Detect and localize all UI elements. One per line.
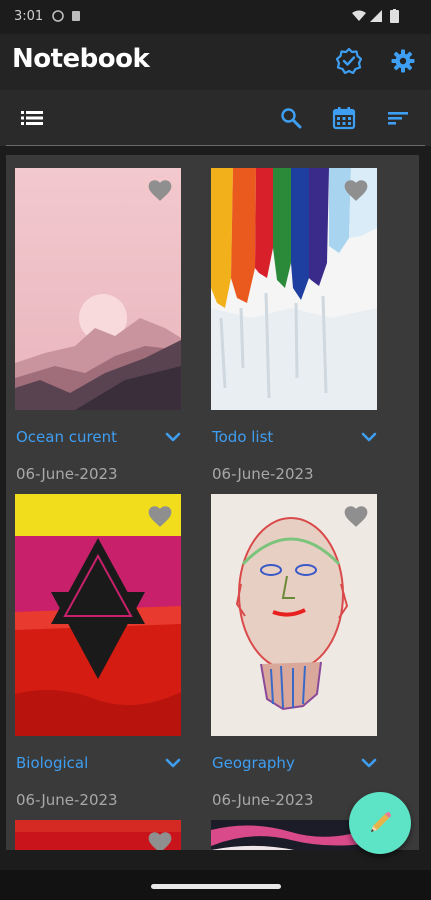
status-bar: 3:01: [0, 0, 431, 34]
list-view-button[interactable]: [17, 103, 47, 133]
new-note-fab[interactable]: [349, 792, 411, 854]
battery-icon: [390, 9, 399, 23]
system-nav-bar: [0, 870, 431, 900]
verified-button[interactable]: [334, 46, 364, 76]
portrait-drawing-image: [211, 494, 377, 736]
settings-button[interactable]: [388, 46, 418, 76]
search-button[interactable]: [276, 103, 306, 133]
star-painting-image: [15, 494, 181, 736]
toolbar: [0, 90, 431, 146]
note-card[interactable]: [6, 807, 186, 850]
note-thumbnail[interactable]: [15, 168, 181, 410]
sort-icon: [388, 112, 408, 125]
note-title[interactable]: Biological: [16, 754, 88, 772]
gear-icon: [391, 49, 415, 73]
note-thumbnail[interactable]: [211, 494, 377, 736]
app-bar: Notebook: [0, 34, 431, 90]
verified-icon: [336, 48, 362, 74]
note-card[interactable]: Geography 06-June-2023: [202, 481, 382, 821]
status-time: 3:01: [14, 9, 44, 24]
note-card[interactable]: Biological 06-June-2023: [6, 481, 186, 821]
list-view-icon: [21, 111, 43, 125]
signal-icon: [370, 10, 382, 22]
note-title[interactable]: Todo list: [212, 428, 273, 446]
note-card[interactable]: Ocean curent 06-June-2023: [6, 155, 186, 495]
rainbow-paint-image: [211, 168, 377, 410]
chevron-down-icon[interactable]: [162, 426, 184, 448]
mountain-sunset-image: [15, 168, 181, 410]
note-thumbnail[interactable]: [211, 168, 377, 410]
chevron-down-icon[interactable]: [162, 752, 184, 774]
sort-button[interactable]: [383, 103, 413, 133]
note-title[interactable]: Ocean curent: [16, 428, 117, 446]
heart-icon[interactable]: [147, 830, 173, 850]
heart-icon[interactable]: [343, 504, 369, 528]
app-title: Notebook: [12, 44, 150, 74]
note-thumbnail[interactable]: [15, 820, 181, 850]
pencil-icon: [371, 812, 391, 832]
note-title[interactable]: Geography: [212, 754, 295, 772]
wifi-icon: [352, 10, 366, 21]
chevron-down-icon[interactable]: [358, 752, 380, 774]
calendar-icon: [332, 107, 356, 130]
calendar-button[interactable]: [329, 103, 359, 133]
search-icon: [281, 108, 302, 129]
toolbar-divider: [6, 145, 425, 146]
heart-icon[interactable]: [147, 504, 173, 528]
note-thumbnail[interactable]: [15, 494, 181, 736]
heart-icon[interactable]: [147, 178, 173, 202]
note-card[interactable]: Todo list 06-June-2023: [202, 155, 382, 495]
notification-icon: [52, 10, 64, 22]
home-indicator[interactable]: [151, 884, 281, 889]
heart-icon[interactable]: [343, 178, 369, 202]
chevron-down-icon[interactable]: [358, 426, 380, 448]
storage-icon: [72, 11, 80, 21]
notes-grid: Ocean curent 06-June-2023 Todo list 06-J…: [6, 155, 419, 850]
